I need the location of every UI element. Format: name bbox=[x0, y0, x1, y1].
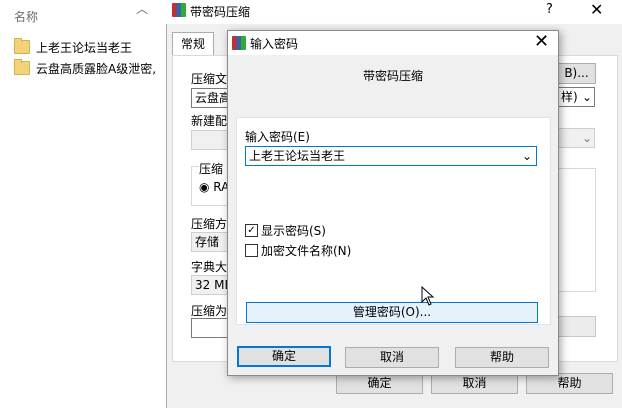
dictionary-dropdown[interactable]: 32 MB bbox=[191, 275, 228, 295]
winrar-icon bbox=[172, 3, 186, 17]
sort-up-icon: ︿ bbox=[136, 2, 149, 16]
file-name: 上老王论坛当老王 bbox=[36, 40, 133, 55]
split-input[interactable] bbox=[191, 318, 228, 338]
password-value: 上老王论坛当老王 bbox=[249, 149, 346, 163]
folder-icon bbox=[14, 38, 30, 54]
help-icon[interactable]: ? bbox=[546, 2, 553, 17]
tab-general[interactable]: 常规 bbox=[172, 32, 215, 55]
update-mode-dropdown[interactable] bbox=[191, 130, 228, 150]
password-panel: 输入密码(E) 上老王论坛当老王 ⌄ ✓ 显示密码(S) 加密文件名称(N) 管… bbox=[236, 117, 551, 325]
rar-radio[interactable]: ◉ RA bbox=[199, 180, 227, 194]
profile-value: 样) bbox=[561, 90, 578, 104]
password-dialog-title: 输入密码 bbox=[250, 37, 299, 51]
new-profile-label: 新建配 bbox=[191, 114, 227, 128]
file-name: 云盘高质露脸A级泄密, bbox=[36, 61, 157, 76]
help-button[interactable]: 帮助 bbox=[526, 373, 613, 394]
profile-dropdown[interactable]: 样) ⌄ bbox=[557, 87, 595, 107]
split-label: 压缩为 bbox=[191, 304, 227, 318]
password-dialog: 输入密码 ✕ 带密码压缩 输入密码(E) 上老王论坛当老王 ⌄ ✓ 显示密码(S… bbox=[227, 30, 559, 376]
browse-button[interactable]: B)... bbox=[557, 63, 596, 84]
chevron-down-icon: ⌄ bbox=[521, 149, 532, 163]
set-password-button[interactable] bbox=[557, 316, 596, 337]
list-item[interactable]: 云盘高质露脸A级泄密, bbox=[14, 58, 156, 78]
list-item[interactable]: 上老王论坛当老王 bbox=[14, 37, 132, 57]
password-label: 输入密码(E) bbox=[245, 130, 310, 144]
method-label: 压缩方 bbox=[191, 217, 227, 231]
name-column-header[interactable]: 名称 bbox=[14, 8, 38, 25]
close-icon[interactable]: ✕ bbox=[534, 31, 549, 52]
show-password-label: 显示密码(S) bbox=[261, 224, 326, 238]
mouse-cursor-icon bbox=[421, 286, 435, 306]
archive-dialog-title: 带密码压缩 bbox=[190, 5, 251, 19]
empty-checkbox-icon bbox=[245, 244, 258, 257]
folder-icon bbox=[14, 59, 30, 75]
ok-button[interactable]: 确定 bbox=[336, 373, 423, 394]
archive-name-label: 压缩文 bbox=[191, 72, 227, 86]
cancel-button[interactable]: 取消 bbox=[345, 347, 439, 368]
cancel-button[interactable]: 取消 bbox=[431, 373, 518, 394]
encrypt-filenames-label: 加密文件名称(N) bbox=[261, 244, 352, 258]
dictionary-label: 字典大 bbox=[191, 260, 227, 274]
winrar-icon bbox=[232, 36, 246, 50]
archive-name-input[interactable]: 云盘高 bbox=[191, 88, 228, 108]
encrypt-filenames-checkbox[interactable]: 加密文件名称(N) bbox=[245, 242, 351, 259]
show-password-checkbox[interactable]: ✓ 显示密码(S) bbox=[245, 222, 326, 239]
format-group-label: 压缩 bbox=[199, 160, 227, 177]
chevron-down-icon: ⌄ bbox=[581, 90, 592, 104]
chevron-down-icon: ⌄ bbox=[581, 131, 592, 145]
checkmark-icon: ✓ bbox=[245, 224, 258, 237]
password-input[interactable]: 上老王论坛当老王 ⌄ bbox=[245, 146, 537, 166]
close-icon[interactable]: ✕ bbox=[590, 0, 603, 19]
password-dialog-titlebar[interactable]: 输入密码 ✕ bbox=[228, 31, 558, 55]
rar-radio-label: RA bbox=[213, 180, 227, 194]
file-explorer-pane: 名称 ︿ 上老王论坛当老王 云盘高质露脸A级泄密, bbox=[0, 0, 164, 408]
archive-dialog-titlebar[interactable]: 带密码压缩 ? ✕ bbox=[166, 0, 622, 24]
help-button[interactable]: 帮助 bbox=[455, 347, 549, 368]
options-group bbox=[557, 168, 596, 292]
manage-passwords-button[interactable]: 管理密码(O)... bbox=[246, 302, 538, 323]
ok-button[interactable]: 确定 bbox=[237, 346, 331, 367]
dialog-heading: 带密码压缩 bbox=[362, 69, 423, 83]
dropdown-right[interactable]: ⌄ bbox=[557, 128, 595, 148]
method-dropdown[interactable]: 存储 bbox=[191, 232, 228, 252]
